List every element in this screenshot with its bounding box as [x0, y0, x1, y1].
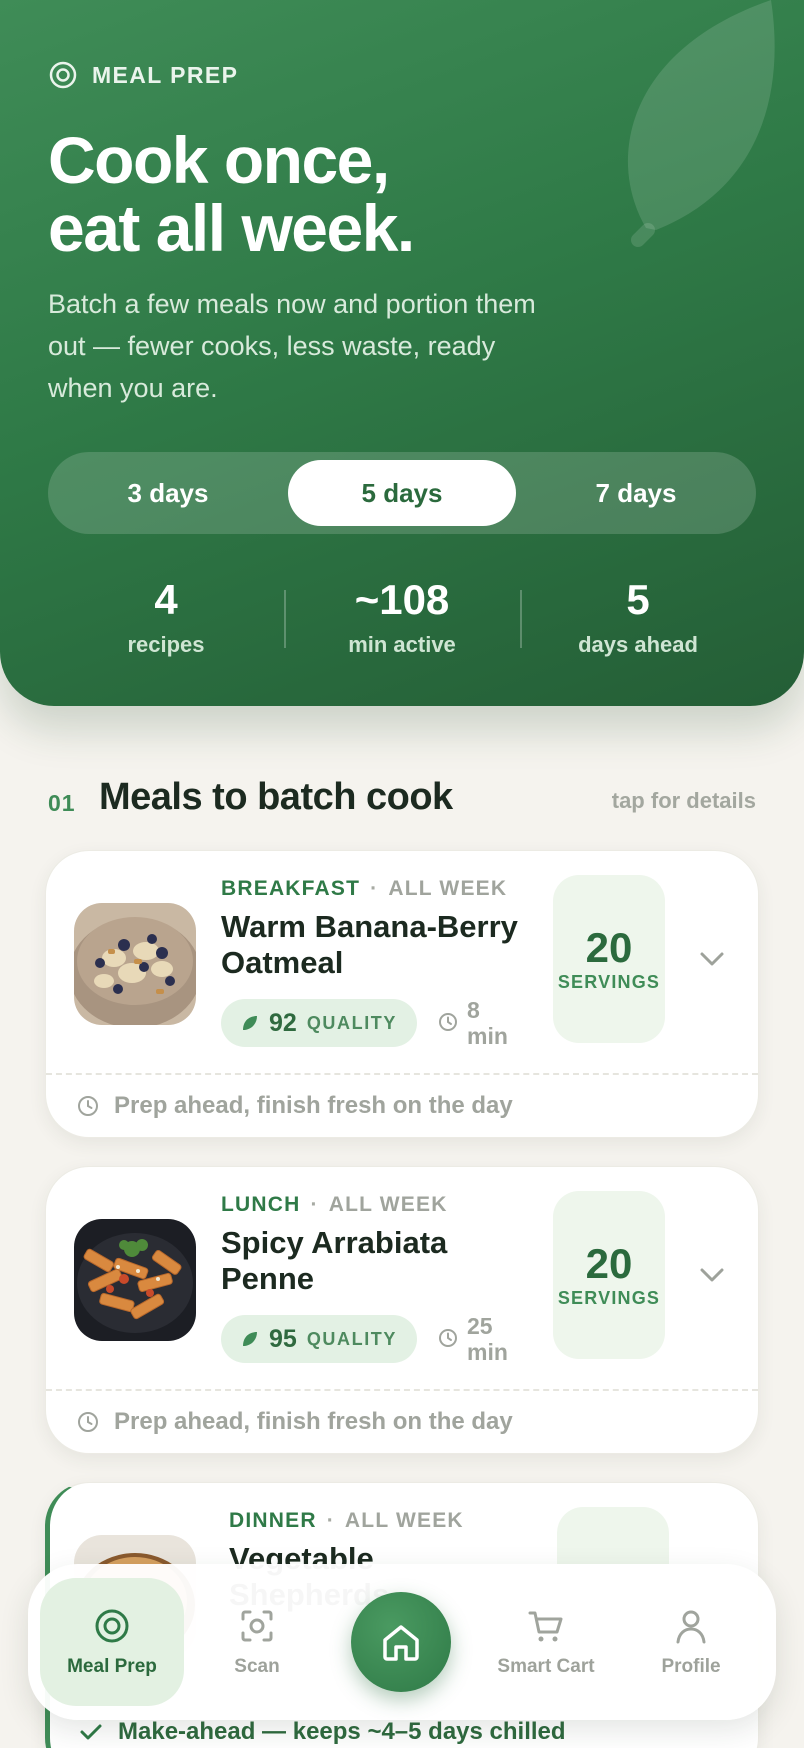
- brand: MEAL PREP: [48, 60, 238, 90]
- meal-name: Warm Banana-Berry Oatmeal: [221, 909, 518, 980]
- meal-type: BREAKFAST · ALL WEEK: [221, 877, 521, 901]
- page-title: Cook once, eat all week.: [48, 123, 415, 265]
- title-line-2: eat all week.: [48, 191, 415, 265]
- meal-note-text: Make-ahead — keeps ~4–5 days chilled: [118, 1718, 566, 1745]
- servings-label: SERVINGS: [557, 1287, 661, 1308]
- leaf-decoration-icon: [627, 0, 775, 247]
- stat-value: ~108: [354, 576, 450, 623]
- clock-icon: [78, 1096, 98, 1116]
- meal-frequency: ALL WEEK: [328, 1193, 448, 1216]
- quality-label: QUALITY: [306, 1012, 398, 1033]
- cart-icon: [528, 1611, 563, 1642]
- chevron-down-icon[interactable]: [696, 1259, 728, 1291]
- stat-label: days ahead: [578, 632, 698, 657]
- scan-icon: [241, 1610, 273, 1642]
- leaf-icon: [243, 1016, 257, 1030]
- hero-banner: MEAL PREP Cook once, eat all week. Batch…: [0, 0, 804, 706]
- stat-value: 4: [154, 576, 178, 623]
- nav-label: Profile: [661, 1656, 721, 1677]
- quality-label: QUALITY: [306, 1328, 398, 1349]
- stats-row: 4 recipes ~108 min active 5 days ahead: [48, 572, 756, 662]
- section-hint: tap for details: [611, 788, 756, 813]
- stat-value: 5: [626, 576, 650, 623]
- prep-time-value: 8 min: [467, 997, 508, 1049]
- target-icon: [49, 61, 77, 89]
- quality-badge: 95 QUALITY: [221, 1315, 418, 1363]
- tab-3-days[interactable]: 3 days: [54, 460, 282, 526]
- servings-count: 20: [585, 1239, 633, 1287]
- meal-note: Prep ahead, finish fresh on the day: [46, 1389, 758, 1453]
- title-line-1: Cook once,: [48, 123, 390, 197]
- meal-type: LUNCH · ALL WEEK: [221, 1193, 521, 1217]
- stat-active-minutes: ~108 min active: [284, 572, 520, 662]
- meal-note: Make-ahead — keeps ~4–5 days chilled: [78, 1718, 566, 1746]
- meal-type-label: LUNCH: [221, 1193, 301, 1216]
- quality-badge: 92 QUALITY: [221, 999, 418, 1047]
- nav-label: Smart Cart: [497, 1656, 595, 1677]
- chevron-down-icon[interactable]: [696, 943, 728, 975]
- quality-score: 92: [269, 1008, 297, 1037]
- meal-type-label: DINNER: [229, 1509, 317, 1532]
- servings-label: SERVINGS: [557, 971, 661, 992]
- section-number: 01: [48, 790, 76, 816]
- clock-icon: [439, 1329, 458, 1347]
- target-icon: [95, 1609, 129, 1643]
- meal-frequency: ALL WEEK: [388, 877, 508, 900]
- penne-photo: [74, 1219, 196, 1341]
- leaf-icon: [243, 1332, 257, 1346]
- bottom-nav: Meal Prep Scan Smart Cart Profile: [28, 1564, 776, 1720]
- meal-note-text: Prep ahead, finish fresh on the day: [114, 1408, 513, 1435]
- meal-note-text: Prep ahead, finish fresh on the day: [114, 1092, 513, 1119]
- meal-meta: BREAKFAST · ALL WEEK Warm Banana-Berry Oat…: [221, 877, 521, 1049]
- home-button[interactable]: [351, 1592, 451, 1692]
- user-icon: [676, 1610, 706, 1644]
- tab-7-days[interactable]: 7 days: [522, 460, 750, 526]
- nav-smart-cart[interactable]: Smart Cart: [474, 1578, 618, 1706]
- quality-score: 95: [269, 1324, 297, 1353]
- servings-count: 20: [585, 923, 633, 971]
- hero-subtitle: Batch a few meals now and portion them o…: [48, 289, 536, 403]
- brand-label: MEAL PREP: [92, 61, 239, 88]
- nav-meal-prep[interactable]: Meal Prep: [40, 1578, 184, 1706]
- meal-type-label: BREAKFAST: [221, 877, 361, 900]
- stat-label: recipes: [127, 632, 205, 657]
- stat-label: min active: [348, 632, 456, 657]
- meal-frequency: ALL WEEK: [344, 1509, 464, 1532]
- check-icon: [80, 1724, 102, 1740]
- separator-dot: ·: [326, 1509, 335, 1532]
- stat-recipes: 4 recipes: [48, 572, 284, 662]
- meal-type: DINNER · ALL WEEK: [229, 1509, 525, 1533]
- meal-name: Spicy Arrabiata Penne: [221, 1225, 448, 1296]
- stat-days-ahead: 5 days ahead: [520, 572, 756, 662]
- nav-label: Scan: [234, 1656, 280, 1677]
- clock-icon: [78, 1412, 98, 1432]
- meal-card-breakfast[interactable]: BREAKFAST · ALL WEEK Warm Banana-Berry Oat…: [45, 850, 759, 1138]
- prep-time: 25 min: [437, 1313, 517, 1365]
- servings-badge: 20 SERVINGS: [553, 1191, 665, 1359]
- meal-card-lunch[interactable]: LUNCH · ALL WEEK Spicy Arrabiata Penne 95 …: [45, 1166, 759, 1454]
- home-icon: [383, 1625, 419, 1661]
- separator-dot: ·: [310, 1193, 319, 1216]
- servings-badge: 20 SERVINGS: [553, 875, 665, 1043]
- nav-scan[interactable]: Scan: [185, 1578, 329, 1706]
- section-header: 01 Meals to batch cook tap for details: [48, 772, 756, 822]
- oatmeal-photo: [74, 903, 196, 1025]
- nav-label: Meal Prep: [67, 1656, 157, 1677]
- meal-note: Prep ahead, finish fresh on the day: [46, 1073, 758, 1137]
- separator-dot: ·: [370, 877, 379, 900]
- clock-icon: [439, 1013, 458, 1031]
- meal-meta: LUNCH · ALL WEEK Spicy Arrabiata Penne 95 …: [221, 1193, 521, 1365]
- nav-profile[interactable]: Profile: [619, 1578, 763, 1706]
- tab-5-days[interactable]: 5 days: [288, 460, 516, 526]
- prep-time: 8 min: [437, 997, 517, 1049]
- duration-selector: 3 days 5 days 7 days: [48, 452, 756, 534]
- section-title: Meals to batch cook: [99, 776, 453, 818]
- prep-time-value: 25 min: [467, 1313, 508, 1365]
